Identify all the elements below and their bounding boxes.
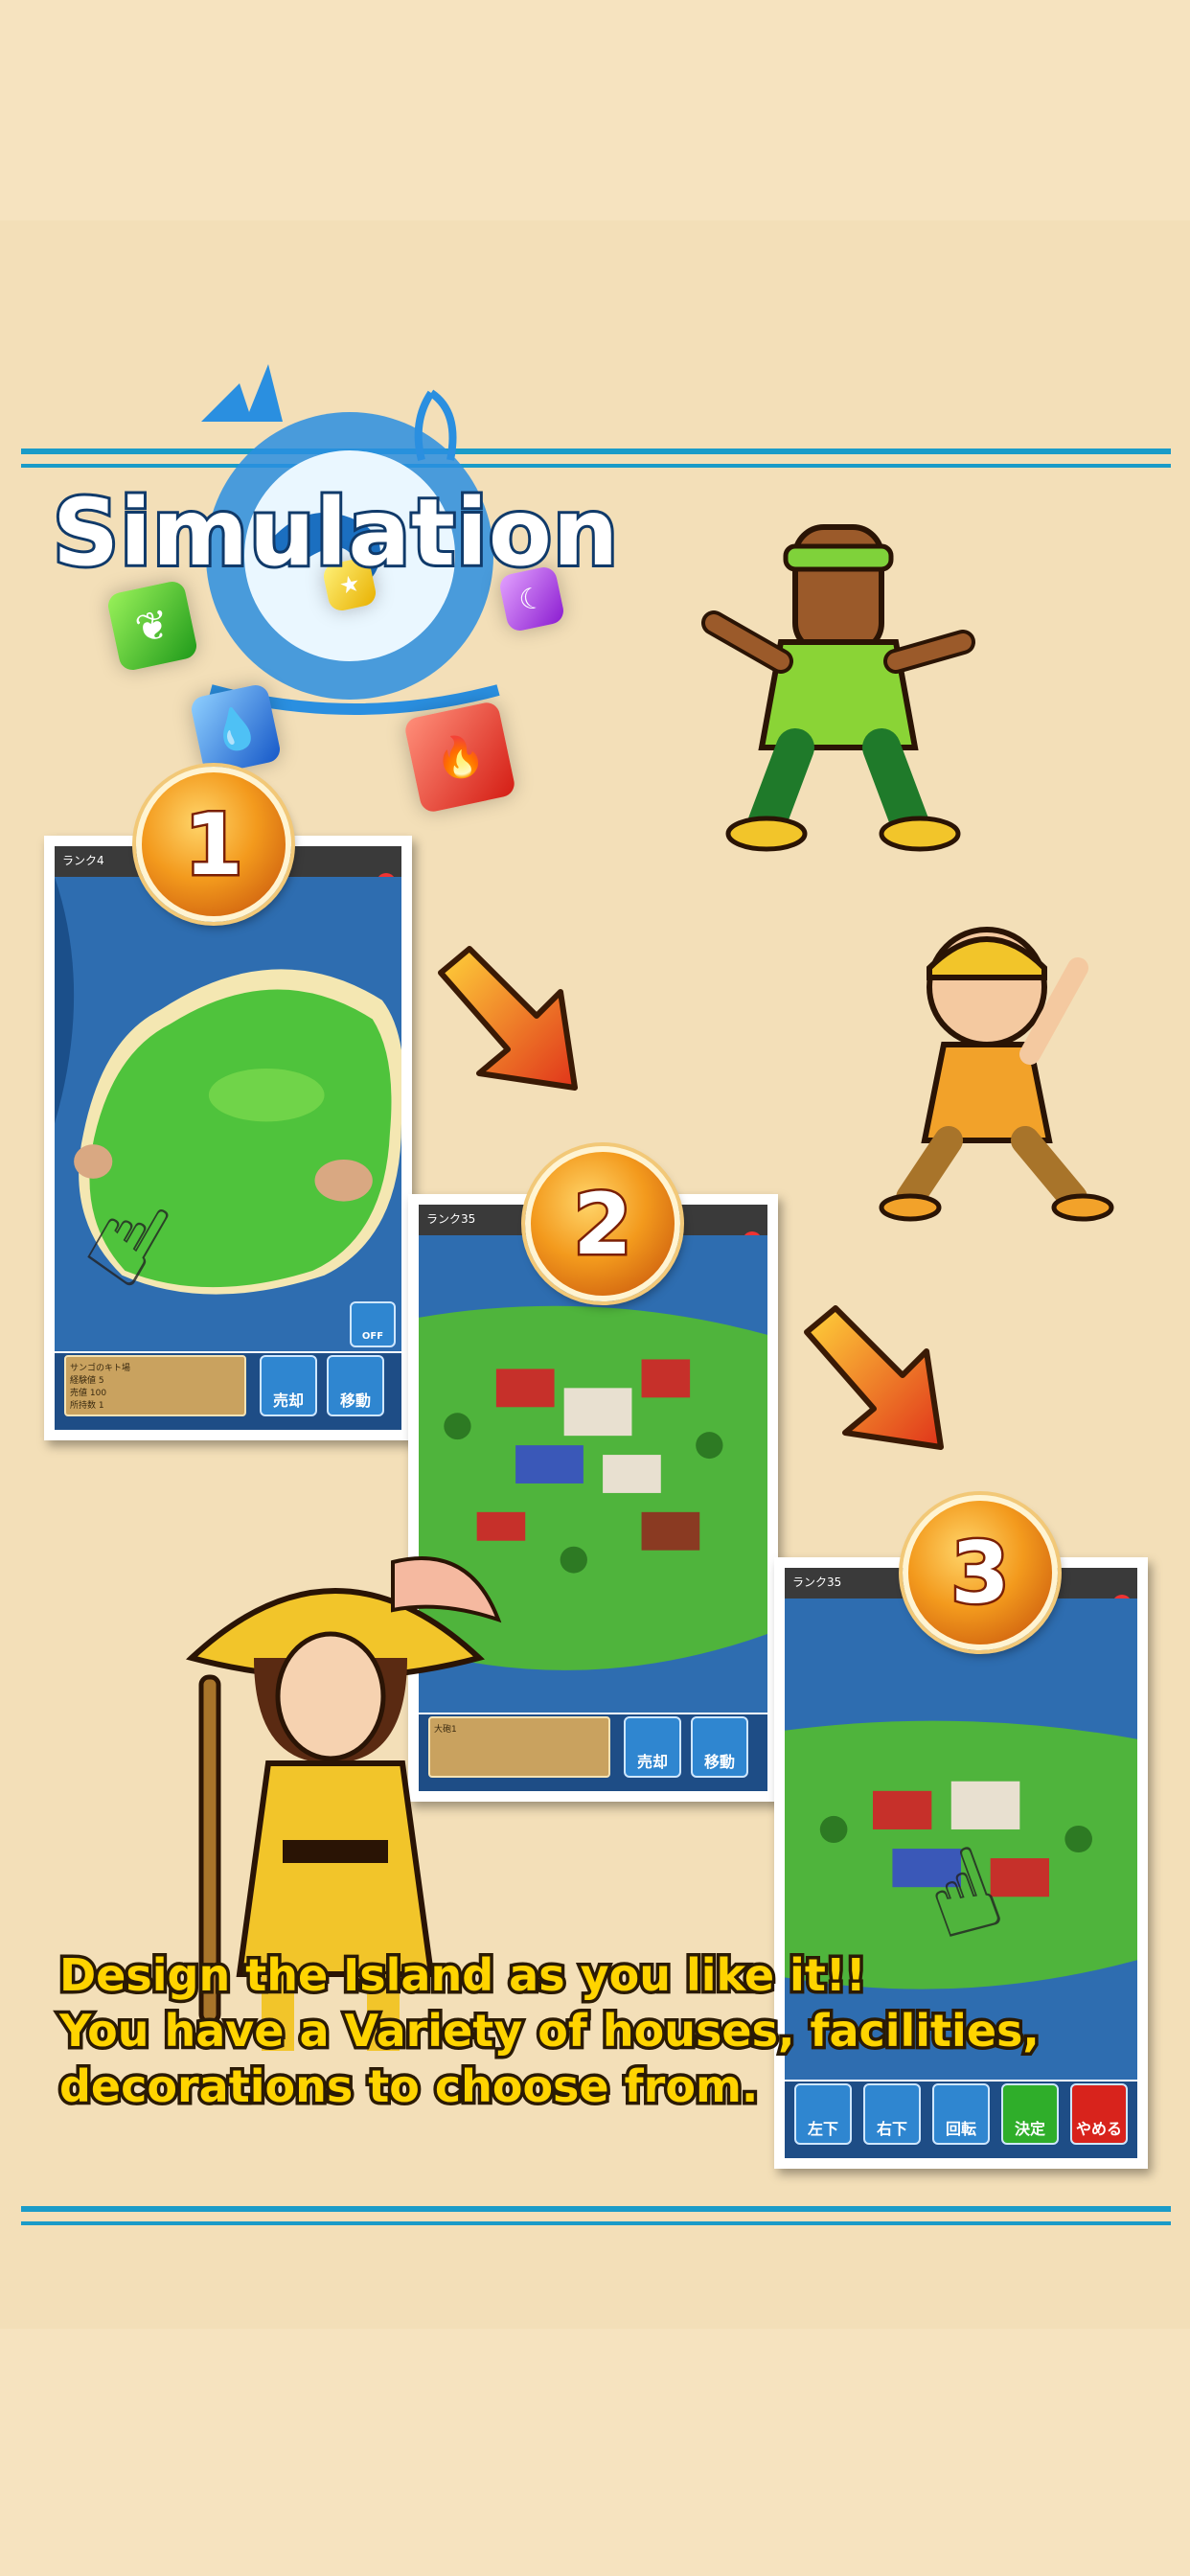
step-2-badge: 2 [525,1146,680,1301]
tiki-warrior-character [701,524,975,852]
page-title: Simulation [50,476,621,589]
bottom-panel: サンゴのキト場 経験値 5 売値 100 所持数 1 売却 移動 [55,1353,401,1430]
sell-button-label: 売却 [636,1753,668,1771]
move-button[interactable]: 移動 [327,1355,384,1416]
confirm-button-label: 決定 [1014,2120,1045,2138]
rotate-right-down-label: 右下 [876,2120,907,2138]
pirate-boy-character [879,927,1114,1222]
caption-line-1: Design the Island as you like it!! [57,1946,870,2005]
bottom-stripe-1 [21,2206,1171,2212]
hud-rank: ランク35 [792,1576,842,1589]
step-1-badge: 1 [136,767,291,922]
island-map: ☝ OFF [55,877,401,1351]
sell-button[interactable]: 売却 [624,1716,681,1778]
off-toggle-label: OFF [361,1331,384,1342]
move-button-label: 移動 [703,1753,735,1771]
sell-button[interactable]: 売却 [260,1355,317,1416]
off-toggle-button[interactable]: OFF [350,1301,396,1347]
caption-line-2: You have a Variety of houses, facilities… [57,2002,1043,2060]
arrow-down-right-icon [804,1305,944,1450]
step-3-number: 3 [949,1521,1012,1624]
screenshot-step-1: ランク4 3 ☝ OFF サンゴのキト場 経験値 5 売値 100 所持数 1 … [44,836,412,1440]
step-1-number: 1 [182,793,245,896]
move-button[interactable]: 移動 [691,1716,748,1778]
sell-button-label: 売却 [272,1392,304,1410]
move-button-label: 移動 [339,1392,371,1410]
leaf-gem-icon: ❦ [105,579,199,673]
cancel-button-label: やめる [1075,2120,1122,2138]
rotate-left-down-label: 左下 [807,2120,838,2138]
caption-line-3: decorations to choose from. [57,2058,762,2116]
rotate-button-label: 回転 [945,2120,976,2138]
cancel-button[interactable]: やめる [1070,2083,1128,2145]
fire-gem-icon: 🔥 [402,700,517,815]
step-3-badge: 3 [903,1495,1058,1650]
hud-rank: ランク35 [426,1212,476,1226]
item-info-box: サンゴのキト場 経験値 5 売値 100 所持数 1 [64,1355,246,1416]
bottom-stripe-2 [21,2221,1171,2225]
arrow-down-right-icon [438,946,578,1091]
hud-rank: ランク4 [62,854,104,867]
item-info-text: サンゴのキト場 経験値 5 売値 100 所持数 1 [70,1364,131,1411]
step-2-number: 2 [571,1172,634,1276]
water-gem-icon: 💧 [189,682,283,776]
caption-text: Design the Island as you like it!! You h… [57,1946,1043,2116]
